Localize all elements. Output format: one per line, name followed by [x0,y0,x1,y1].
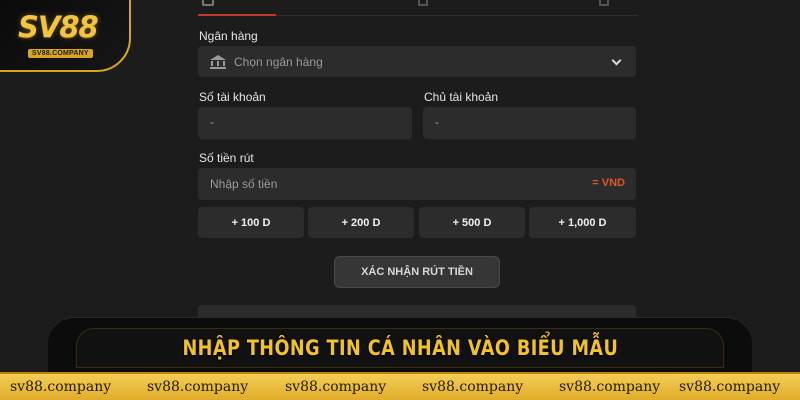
watermark-text: sv88.company [147,379,249,395]
watermark-text: sv88.company [559,379,661,395]
history-icon[interactable] [599,0,609,6]
card-icon[interactable] [418,0,428,6]
bank-icon [210,54,226,69]
watermark-text: sv88.company [285,379,387,395]
logo-domain-text: SV88.COMPANY [28,49,93,58]
bank-select[interactable]: Chọn ngân hàng [198,46,636,77]
currency-unit: = VND [592,177,625,189]
bank-select-placeholder: Chọn ngân hàng [234,54,323,69]
watermark-strip: sv88.company sv88.company sv88.company s… [0,372,800,400]
caption-banner-inner: NHẬP THÔNG TIN CÁ NHÂN VÀO BIỂU MẪU [76,328,724,368]
caption-banner: NHẬP THÔNG TIN CÁ NHÂN VÀO BIỂU MẪU [48,317,752,373]
bank-label: Ngân hàng [199,29,258,43]
watermark-text: sv88.company [422,379,524,395]
watermark-text: sv88.company [10,379,112,395]
brand-logo: SV88 SV88.COMPANY [0,0,131,72]
banner-headline: NHẬP THÔNG TIN CÁ NHÂN VÀO BIỂU MẪU [182,336,618,360]
account-number-value: - [210,115,214,129]
wallet-icon [202,0,214,6]
amount-input[interactable]: Nhập số tiền = VND [198,168,636,200]
quick-amount-200-button[interactable]: + 200 D [308,207,414,238]
quick-amount-1000-button[interactable]: + 1,000 D [529,207,636,238]
account-holder-input[interactable]: - [423,107,636,139]
account-number-input[interactable]: - [198,107,412,139]
amount-placeholder: Nhập số tiền [210,177,278,191]
watermark-text: sv88.company [679,379,781,395]
confirm-withdraw-button[interactable]: XÁC NHẬN RÚT TIỀN [334,256,500,288]
top-tab-strip [198,0,638,16]
amount-label: Số tiền rút [199,151,254,165]
quick-amount-100-button[interactable]: + 100 D [198,207,304,238]
logo-brand-text: SV88 [18,10,99,44]
account-number-label: Số tài khoản [199,90,266,104]
chevron-down-icon [611,55,622,66]
quick-amount-500-button[interactable]: + 500 D [419,207,525,238]
account-holder-label: Chủ tài khoản [424,90,499,104]
account-holder-value: - [435,115,439,129]
